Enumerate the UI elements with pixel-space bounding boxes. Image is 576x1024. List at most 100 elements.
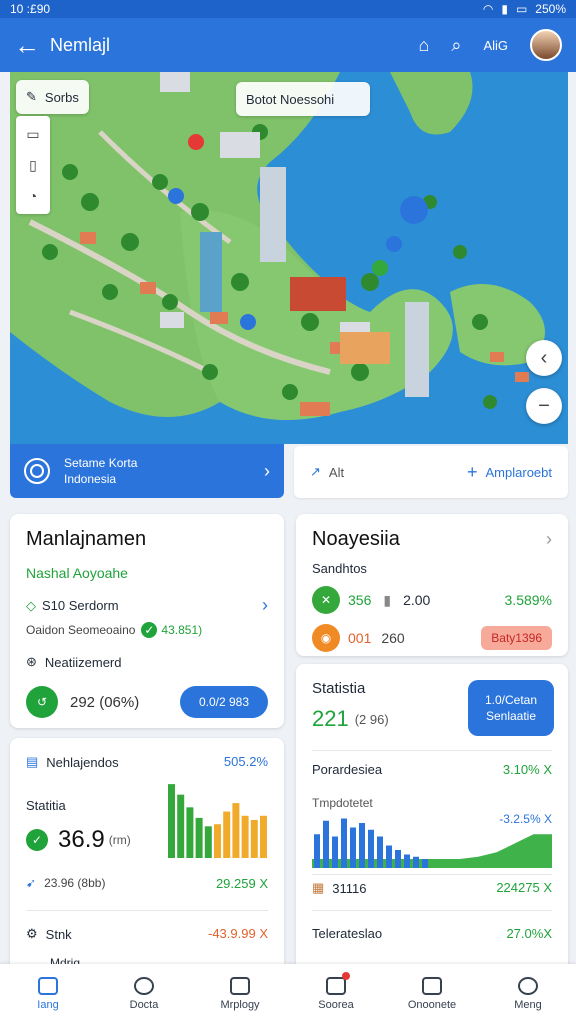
map-navigate-button[interactable]: ‹ [526, 340, 562, 376]
region-row2-a: 001 [348, 630, 372, 646]
wifi-icon: ◠ [482, 2, 494, 16]
management-card[interactable]: Manlajnamen Nashal Aoyoahe ◇ S10 Serdorm… [10, 514, 284, 728]
nav-label: Docta [129, 999, 159, 1011]
bar-1-2 [232, 803, 240, 858]
bar-0-3 [195, 817, 203, 858]
stats-unit: (rm) [108, 833, 131, 847]
region-summary-subtitle: Sandhtos [312, 561, 367, 576]
plus-icon: + [467, 461, 478, 482]
nav-item-data[interactable]: Onoonete [384, 964, 480, 1024]
management-action-button[interactable]: 0.0/2 983 [180, 686, 268, 718]
avatar[interactable] [530, 29, 562, 61]
ruler-icon: ✕ [312, 586, 340, 614]
map-view[interactable]: ✎ Sorbs Botot Noessohi ▭ ▯ ◔ ‹ − [10, 72, 568, 444]
stats-row-b-pct: -43.9.99 X [208, 926, 268, 941]
bar-0-2 [186, 807, 194, 858]
nav-item-home[interactable]: Iang [0, 964, 96, 1024]
bar-8 [386, 845, 392, 868]
grid-icon: ▦ [312, 880, 325, 895]
trend-chart [312, 818, 552, 868]
pin-icon[interactable]: ◔ [29, 188, 37, 204]
statistics-card[interactable]: Statistia 221 (2 96) 1.0/Cetan Senlaatie… [296, 664, 568, 974]
trend-icon: ➹ [26, 876, 37, 890]
bar-6 [368, 829, 374, 868]
briefcase-icon[interactable]: ▭ [26, 126, 39, 143]
check-icon: ✓ [141, 622, 158, 638]
region-summary-title: Noayesiia [312, 528, 400, 550]
management-line3: Neatiizemerd [44, 654, 122, 670]
nav-item-map[interactable]: Mrplogy [192, 964, 288, 1024]
zoom-out-button[interactable]: − [526, 388, 562, 424]
nav-item-alerts[interactable]: Soorea [288, 964, 384, 1024]
add-button[interactable]: + Amplaroebt [467, 462, 552, 483]
nav-label: Mrplogy [220, 999, 260, 1011]
region-label-line2: Indonesia [64, 472, 117, 486]
leaf-icon: ↺ [26, 686, 58, 718]
signal-icon: ▮ [501, 2, 508, 16]
section2-pct: 27.0%X [506, 926, 552, 941]
edit-icon: ↗ [310, 464, 321, 479]
bar-0-1 [177, 794, 185, 858]
leaf-icon: ✓ [26, 829, 48, 851]
home-icon [38, 977, 58, 995]
stats-row-a-pct: 29.259 X [215, 876, 268, 891]
bar-1-4 [250, 820, 258, 858]
map-search-chip[interactable]: ✎ Sorbs [16, 80, 89, 114]
map-search-label: Sorbs [44, 89, 79, 105]
bar-chart [168, 784, 267, 858]
stats-header: Nehlajendos [46, 754, 119, 770]
language-button[interactable]: AliG [483, 38, 508, 53]
status-time: 10 :£90 [10, 2, 51, 16]
management-line1: S10 Serdorm [42, 598, 119, 613]
bar-0-0 [168, 784, 175, 858]
section2-label: Telerateslao [312, 926, 383, 941]
nav-label: Iang [37, 999, 59, 1011]
bar-10 [404, 854, 410, 868]
region-button[interactable]: Setame Korta Indonesia › [10, 444, 284, 498]
chevron-right-icon[interactable]: › [262, 595, 268, 616]
pencil-icon: ✎ [26, 89, 37, 104]
management-line2-label: Oaidon Seomeoaino [26, 623, 136, 637]
nav-item-menu[interactable]: Meng [480, 964, 576, 1024]
battery-level: 250% [535, 2, 566, 16]
statistics-value: 221 [312, 706, 349, 731]
notification-dot [342, 972, 350, 980]
bar-7 [377, 836, 383, 868]
map-icon [230, 977, 250, 995]
back-arrow-icon[interactable]: ← [14, 30, 50, 61]
stats-value: 36.9 [58, 826, 105, 853]
nav-label: Meng [514, 999, 542, 1011]
bar-1-5 [260, 815, 267, 858]
location-chip[interactable]: Botot Noessohi [236, 82, 370, 116]
region-row2-b: 260 [381, 630, 405, 646]
stats-row-a: 23.96 (8bb) [44, 876, 106, 890]
phone-icon[interactable]: ▯ [29, 157, 37, 174]
nav-item-docs[interactable]: Docta [96, 964, 192, 1024]
status-bar: 10 :£90 ◠ ▮ ▭ 250% [0, 0, 576, 18]
search-icon[interactable]: ⌕ [451, 35, 461, 56]
robot-icon[interactable]: ⌂ [418, 35, 429, 56]
edit-label: Alt [328, 464, 345, 480]
chart-label: Tmpdotetet [312, 796, 373, 810]
bar-5 [359, 823, 365, 868]
app-bar: ← Nemlajl ⌂ ⌕ AliG [0, 18, 576, 72]
edit-button[interactable]: ↗ Alt [310, 464, 344, 480]
battery-icon: ▭ [515, 2, 528, 16]
statistics-value-sub: (2 96) [354, 711, 389, 727]
region-summary-card[interactable]: Noayesiia › Sandhtos ✕ 356 ▮ 2.00 3.589%… [296, 514, 568, 656]
area-series [312, 834, 552, 868]
target-icon [24, 458, 50, 484]
section1-pct: 3.10% X [502, 762, 552, 777]
region-label-line1: Setame Korta [64, 456, 138, 470]
nav-label: Onoonete [407, 999, 457, 1011]
stats-label: Statitia [26, 798, 66, 813]
people-icon: ◉ [312, 624, 340, 652]
section1-label: Porardesiea [312, 762, 383, 777]
stats-card[interactable]: ▤ Nehlajendos 505.2% Statitia ✓ 36.9 (rm… [10, 738, 284, 974]
bar-2 [332, 836, 338, 868]
bar-1-1 [223, 811, 231, 858]
statistics-button-line1: 1.0/Cetan [484, 693, 538, 707]
bottom-nav: Iang Docta Mrplogy Soorea Onoonete Meng [0, 964, 576, 1024]
statistics-button[interactable]: 1.0/Cetan Senlaatie [468, 680, 554, 736]
chevron-right-icon[interactable]: › [546, 529, 552, 550]
